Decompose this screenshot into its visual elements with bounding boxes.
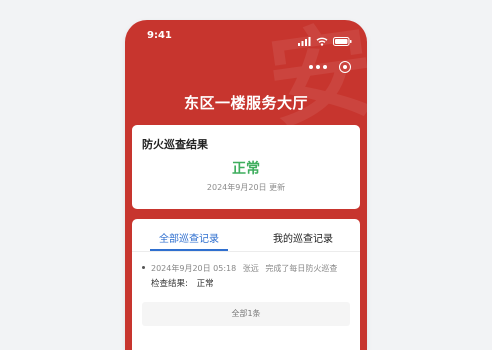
records-card: 全部巡查记录 我的巡查记录 2024年9月20日 05:18 张远 完成了每日防… [132, 219, 360, 350]
total-count: 全部1条 [142, 302, 350, 326]
record-datetime: 2024年9月20日 05:18 [151, 264, 237, 273]
battery-icon [333, 31, 352, 50]
status-time: 9:41 [147, 30, 172, 41]
phone-frame: 安 9:41 东区一楼服务大厅 防火巡查结果 正常 2024年9月20日 更新 … [125, 20, 367, 350]
tab-my-records[interactable]: 我的巡查记录 [246, 230, 360, 245]
record-result: 检查结果: 正常 [151, 277, 220, 289]
record-action: 完成了每日防火巡查 [265, 264, 338, 273]
record-meta: 2024年9月20日 05:18 张远 完成了每日防火巡查 [151, 263, 341, 274]
result-card-title: 防火巡查结果 [142, 138, 208, 151]
tab-all-records[interactable]: 全部巡查记录 [132, 230, 246, 245]
status-icons [298, 31, 352, 50]
active-tab-indicator [150, 249, 228, 251]
more-dots-icon[interactable] [309, 65, 327, 69]
signal-icon [298, 31, 311, 50]
bullet-icon [142, 266, 145, 269]
record-tabs: 全部巡查记录 我的巡查记录 [132, 219, 360, 252]
record-result-value: 正常 [196, 279, 214, 289]
record-person: 张远 [242, 264, 259, 273]
wifi-icon [316, 31, 328, 50]
result-status: 正常 [232, 161, 260, 177]
result-update-date: 2024年9月20日 更新 [206, 183, 286, 192]
mini-program-capsule[interactable] [303, 56, 357, 78]
result-card: 防火巡查结果 正常 2024年9月20日 更新 [132, 125, 360, 209]
record-result-label: 检查结果: [151, 279, 188, 289]
status-bar: 9:41 [125, 20, 367, 54]
target-icon[interactable] [339, 61, 351, 73]
page-title: 东区一楼服务大厅 [183, 94, 308, 112]
